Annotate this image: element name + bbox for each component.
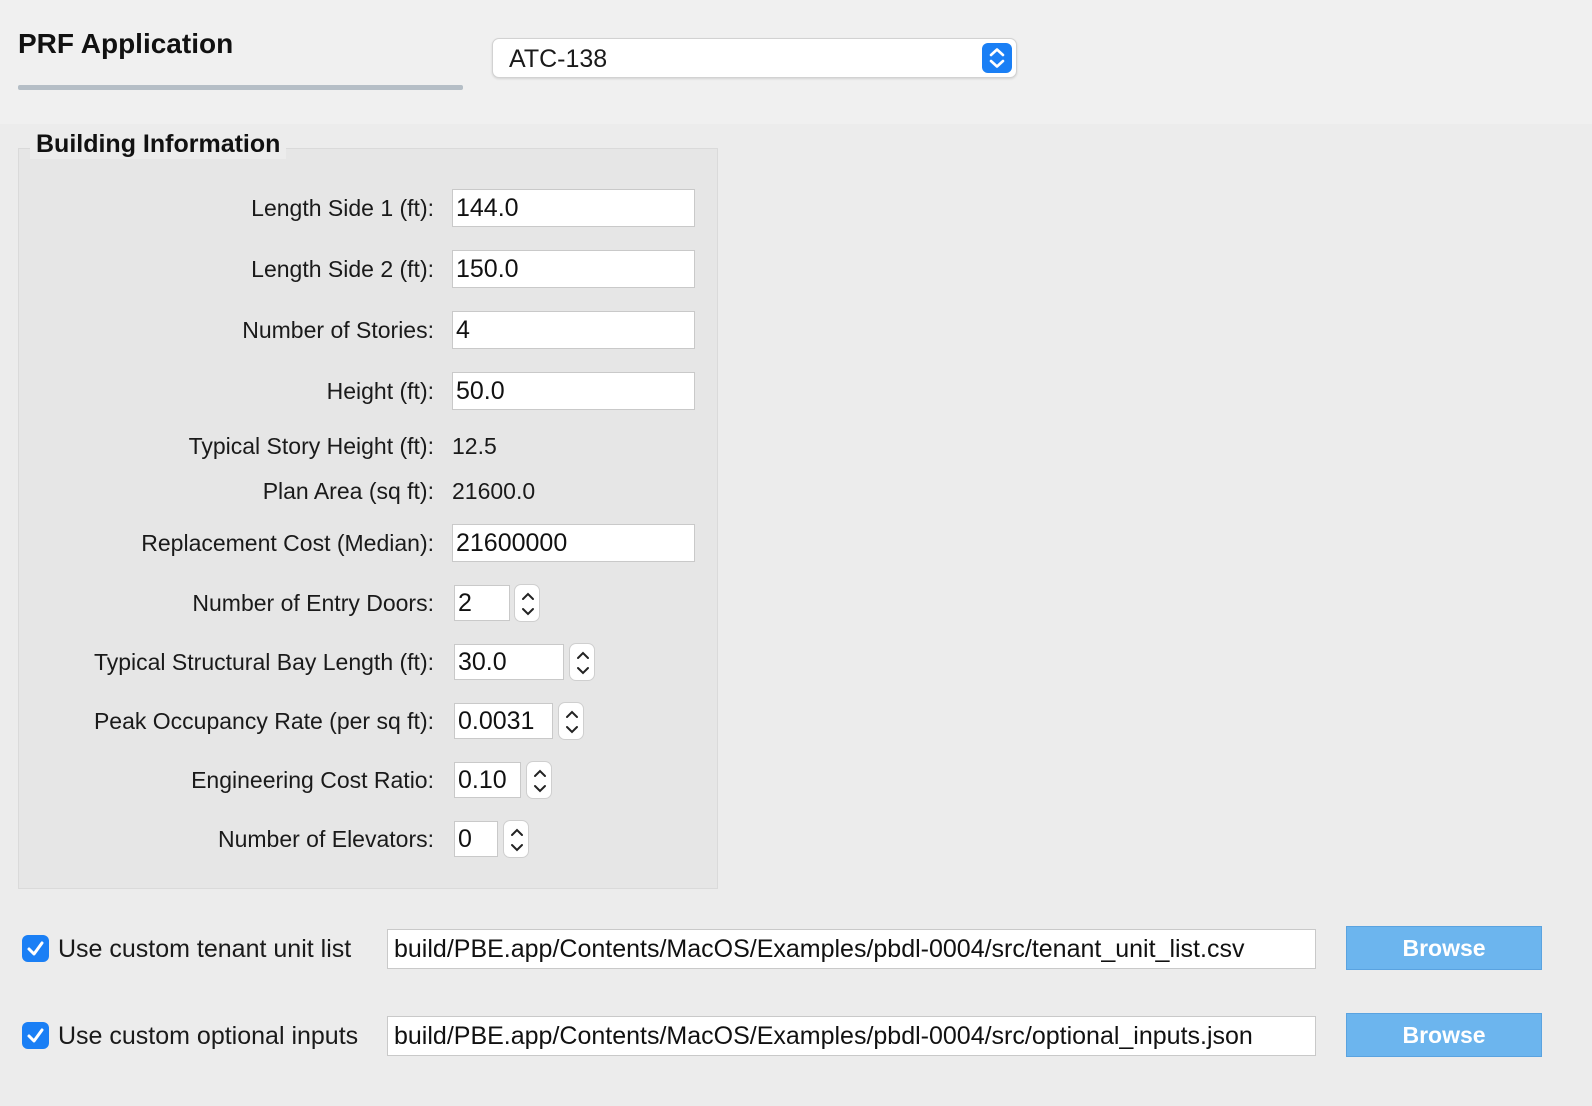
optional-inputs-label: Use custom optional inputs — [58, 1022, 359, 1050]
length-side-1-label: Length Side 1 (ft): — [251, 195, 434, 221]
application-select-value: ATC-138 — [509, 45, 608, 73]
entry-doors-input[interactable]: 2 — [454, 585, 510, 621]
occupancy-rate-label: Peak Occupancy Rate (per sq ft): — [93, 708, 434, 734]
height-input[interactable]: 50.0 — [452, 372, 695, 410]
entry-doors-label: Number of Entry Doors: — [192, 590, 434, 616]
optional-inputs-path-input[interactable]: build/PBE.app/Contents/MacOS/Examples/pb… — [387, 1016, 1316, 1056]
length-side-1-input[interactable]: 144.0 — [452, 189, 695, 227]
number-of-stories-label: Number of Stories: — [242, 317, 434, 343]
length-side-2-input[interactable]: 150.0 — [452, 250, 695, 288]
optional-inputs-browse-button[interactable]: Browse — [1346, 1013, 1542, 1057]
occupancy-rate-input[interactable]: 0.0031 — [454, 703, 553, 739]
typical-story-height-value: 12.5 — [452, 433, 497, 459]
tenant-unit-list-browse-button[interactable]: Browse — [1346, 926, 1542, 970]
elevators-stepper[interactable] — [503, 820, 529, 858]
tenant-unit-list-label: Use custom tenant unit list — [58, 935, 352, 963]
occupancy-rate-stepper[interactable] — [558, 702, 584, 740]
page-title: PRF Application — [18, 28, 234, 59]
elevators-label: Number of Elevators: — [217, 826, 434, 852]
entry-doors-stepper[interactable] — [514, 584, 540, 622]
engineering-cost-ratio-label: Engineering Cost Ratio: — [191, 767, 434, 793]
bay-length-stepper[interactable] — [569, 643, 595, 681]
plan-area-value: 21600.0 — [452, 478, 536, 504]
bay-length-label: Typical Structural Bay Length (ft): — [93, 649, 434, 675]
tenant-unit-list-checkbox[interactable] — [22, 935, 49, 962]
tenant-unit-list-path-input[interactable]: build/PBE.app/Contents/MacOS/Examples/pb… — [387, 929, 1316, 969]
replacement-cost-input[interactable]: 21600000 — [452, 524, 695, 562]
length-side-2-label: Length Side 2 (ft): — [251, 256, 434, 282]
elevators-input[interactable]: 0 — [454, 821, 498, 857]
checkmark-icon — [27, 1028, 44, 1043]
application-select[interactable]: ATC-138 — [492, 38, 1017, 78]
building-information-title: Building Information — [30, 130, 287, 159]
height-label: Height (ft): — [326, 378, 434, 404]
select-arrows-icon — [982, 43, 1012, 73]
optional-inputs-path-text: build/PBE.app/Contents/MacOS/Examples/pb… — [394, 1022, 1253, 1050]
engineering-cost-ratio-stepper[interactable] — [526, 761, 552, 799]
typical-story-height-label: Typical Story Height (ft): — [188, 433, 434, 459]
title-underline — [18, 85, 463, 90]
checkmark-icon — [27, 941, 44, 956]
plan-area-label: Plan Area (sq ft): — [262, 478, 434, 504]
tenant-unit-list-path-text: build/PBE.app/Contents/MacOS/Examples/pb… — [394, 935, 1245, 963]
bay-length-input[interactable]: 30.0 — [454, 644, 564, 680]
optional-inputs-checkbox[interactable] — [22, 1022, 49, 1049]
number-of-stories-input[interactable]: 4 — [452, 311, 695, 349]
engineering-cost-ratio-input[interactable]: 0.10 — [454, 762, 521, 798]
replacement-cost-label: Replacement Cost (Median): — [141, 530, 434, 556]
